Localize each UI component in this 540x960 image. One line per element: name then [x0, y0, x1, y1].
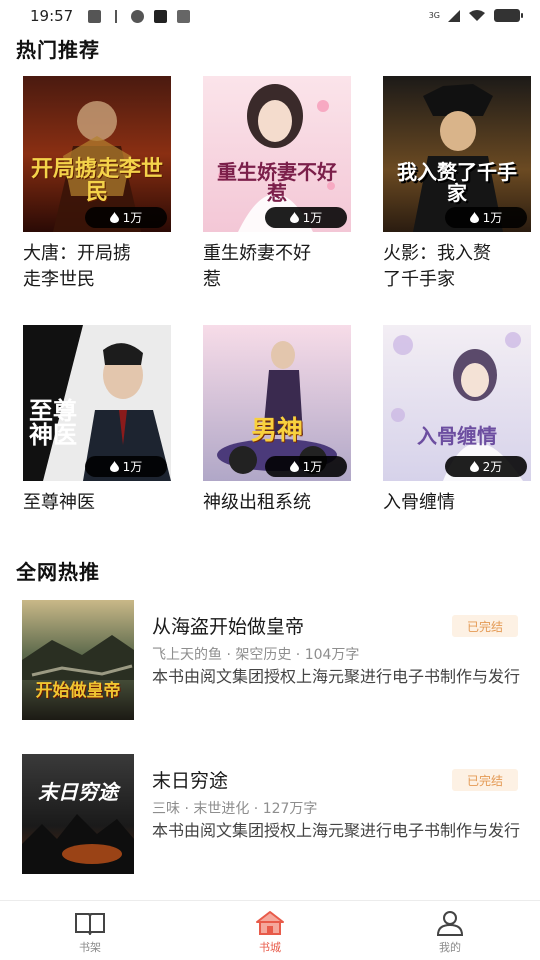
nav-tab-bookshelf[interactable]: 书架	[45, 909, 135, 955]
heat-badge: 1万	[85, 207, 167, 228]
list-item[interactable]: 末日穷途 末日穷途 已完结 三味 · 末世进化 · 127万字 本书由阅文集团授…	[22, 754, 522, 876]
book-card[interactable]: 男神 1万 神级出租系统	[203, 325, 351, 516]
usb-icon	[115, 10, 121, 23]
fire-icon	[109, 212, 119, 223]
heat-count: 1万	[302, 460, 323, 474]
cover-art	[22, 754, 134, 874]
book-icon	[73, 909, 107, 937]
heat-badge: 2万	[445, 456, 527, 477]
book-card[interactable]: 我入赘了千手家 1万 火影：我入赘 了千手家	[383, 76, 531, 293]
list-book-meta: 飞上天的鱼 · 架空历史 · 104万字	[152, 647, 360, 663]
cover-title-text: 至尊神医	[29, 396, 77, 449]
system-icons: 3G	[428, 9, 523, 22]
fire-icon	[469, 212, 479, 223]
battery-icon	[494, 9, 523, 22]
cover-title-text: 入骨缠情	[417, 424, 497, 448]
heat-count: 1万	[302, 211, 323, 225]
list-book-cover[interactable]: 末日穷途	[22, 754, 134, 874]
heat-badge: 1万	[445, 207, 527, 228]
signal-icon	[448, 9, 460, 22]
book-title-line: 了千手家	[383, 269, 455, 290]
section-title-trending: 全网热推	[16, 560, 100, 584]
heat-count: 2万	[482, 460, 503, 474]
book-title-line: 入骨缠情	[383, 492, 455, 513]
message-notification-icon	[177, 10, 190, 23]
book-title-line: 惹	[203, 269, 221, 290]
cover-title-text: 开始做皇帝	[35, 681, 121, 701]
nav-tab-store[interactable]: 书城	[225, 909, 315, 955]
heat-count: 1万	[122, 460, 143, 474]
heat-badge: 1万	[265, 207, 347, 228]
network-type-label: 3G	[428, 10, 440, 20]
book-card[interactable]: 至尊神医 1万 至尊神医	[23, 325, 171, 516]
book-title-line: 走李世民	[23, 269, 95, 290]
book-title[interactable]: 重生娇妻不好 惹	[203, 241, 351, 293]
cover-art	[22, 600, 134, 720]
book-cover[interactable]: 我入赘了千手家 1万	[383, 76, 531, 232]
fire-icon	[289, 212, 299, 223]
book-cover[interactable]: 至尊神医 1万	[23, 325, 171, 481]
heat-count: 1万	[482, 211, 503, 225]
section-title-hot: 热门推荐	[16, 38, 100, 62]
list-book-description: 本书由阅文集团授权上海元聚进行电子书制作与发行	[152, 821, 521, 840]
app-notification-icon	[131, 10, 144, 23]
nav-label: 我的	[439, 941, 461, 954]
list-book-title[interactable]: 末日穷途	[152, 766, 228, 793]
book-card[interactable]: 入骨缠情 2万 入骨缠情	[383, 325, 531, 516]
book-title[interactable]: 大唐：开局掳 走李世民	[23, 241, 171, 293]
book-title[interactable]: 火影：我入赘 了千手家	[383, 241, 531, 293]
fire-icon	[469, 461, 479, 472]
tiktok-notification-icon	[154, 10, 167, 23]
heat-badge: 1万	[85, 456, 167, 477]
book-cover[interactable]: 男神 1万	[203, 325, 351, 481]
book-card[interactable]: 开局掳走李世民 1万 大唐：开局掳 走李世民	[23, 76, 171, 293]
book-cover[interactable]: 开局掳走李世民 1万	[23, 76, 171, 232]
book-title-line: 大唐：开局掳	[23, 243, 131, 264]
store-icon	[253, 909, 287, 937]
status-bar: 19:57 3G	[0, 0, 540, 34]
book-title-line: 火影：我入赘	[383, 243, 491, 264]
book-title-line: 至尊神医	[23, 492, 95, 513]
book-cover[interactable]: 重生娇妻不好惹 1万	[203, 76, 351, 232]
list-book-cover[interactable]: 开始做皇帝	[22, 600, 134, 720]
heat-badge: 1万	[265, 456, 347, 477]
cover-title-text: 重生娇妻不好惹	[217, 160, 337, 205]
list-book-title[interactable]: 从海盗开始做皇帝	[152, 612, 304, 639]
list-book-meta: 三味 · 末世进化 · 127万字	[152, 801, 318, 817]
book-card[interactable]: 重生娇妻不好惹 1万 重生娇妻不好 惹	[203, 76, 351, 293]
wifi-icon	[469, 10, 485, 21]
status-badge: 已完结	[452, 769, 518, 791]
cover-title-text: 男神	[250, 415, 303, 446]
nav-label: 书城	[259, 941, 281, 954]
heat-count: 1万	[122, 211, 143, 225]
fire-icon	[109, 461, 119, 472]
cover-title-text: 我入赘了千手家	[397, 160, 517, 205]
nav-label: 书架	[79, 941, 101, 954]
mail-notification-icon	[88, 10, 101, 23]
book-title-line: 神级出租系统	[203, 492, 311, 513]
status-time: 19:57	[30, 7, 74, 25]
bottom-navigation: 书架 书城 我的	[0, 900, 540, 960]
book-title-line: 重生娇妻不好	[203, 243, 311, 264]
cover-title-text: 末日穷途	[38, 780, 118, 804]
list-book-description: 本书由阅文集团授权上海元聚进行电子书制作与发行	[152, 667, 521, 686]
fire-icon	[289, 461, 299, 472]
user-icon	[433, 909, 467, 937]
book-cover[interactable]: 入骨缠情 2万	[383, 325, 531, 481]
nav-tab-profile[interactable]: 我的	[405, 909, 495, 955]
book-title[interactable]: 至尊神医	[23, 490, 171, 516]
book-title[interactable]: 神级出租系统	[203, 490, 351, 516]
cover-title-text: 开局掳走李世民	[30, 155, 163, 205]
book-title[interactable]: 入骨缠情	[383, 490, 531, 516]
status-badge: 已完结	[452, 615, 518, 637]
list-item[interactable]: 开始做皇帝 从海盗开始做皇帝 已完结 飞上天的鱼 · 架空历史 · 104万字 …	[22, 600, 522, 722]
notification-icons	[88, 10, 190, 23]
